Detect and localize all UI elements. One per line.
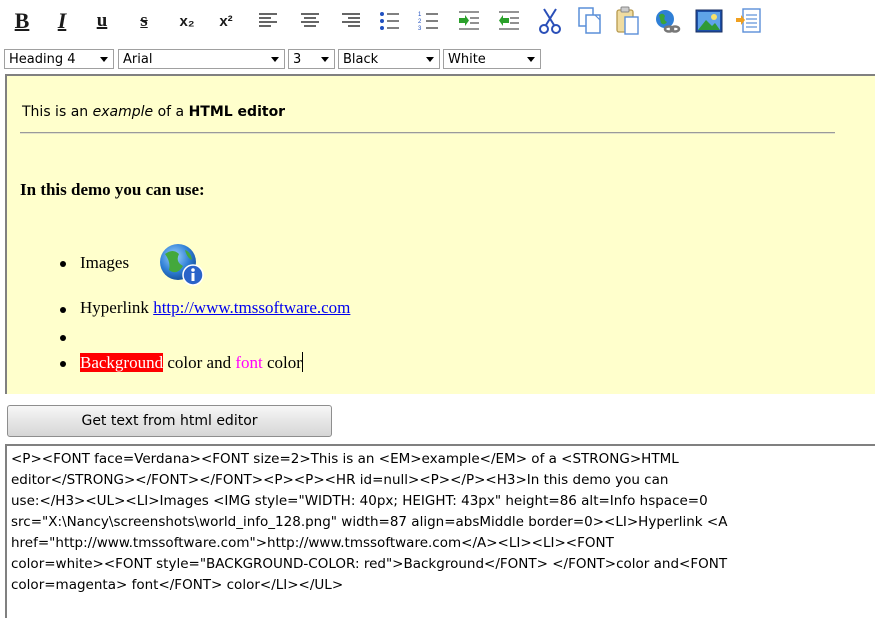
output-line: src="X:\Nancy\screenshots\world_info_128… [11,514,728,530]
insert-image-icon [695,9,723,33]
heading-select-value: Heading 4 [9,52,76,67]
text-caret [301,352,303,372]
html-output-text: <P><FONT face=Verdana><FONT size=2>This … [11,449,875,596]
list-bullet [60,307,66,313]
horizontal-rule [20,132,835,134]
outdent-button[interactable] [495,4,523,38]
svg-text:1: 1 [418,12,422,18]
strikeout-label: s [140,10,148,31]
color-text: color and [163,353,236,372]
images-label: Images [80,253,130,272]
svg-text:2: 2 [418,19,422,25]
intro-strong: HTML editor [188,104,286,120]
align-right-button[interactable] [338,4,364,38]
indent-icon [459,11,479,30]
list-item-images: Images [80,253,129,273]
font-colored-text: font [235,353,263,372]
output-line: href="http://www.tmssoftware.com">http:/… [11,535,614,551]
bullet-list-icon [380,12,399,30]
superscript-button[interactable]: x² [212,4,240,38]
subscript-button[interactable]: x₂ [173,4,201,38]
insert-image-button[interactable] [695,4,723,38]
align-center-icon [301,13,319,27]
list-bullet [60,335,66,341]
html-output-textarea[interactable]: <P><FONT face=Verdana><FONT size=2>This … [5,444,875,618]
align-right-icon [342,13,360,27]
list-bullet [60,261,66,267]
output-line: editor</STRONG></FONT></FONT><P><P><HR i… [11,472,669,488]
underline-label: u [96,10,108,31]
font-size-select[interactable]: 3 [288,49,335,69]
font-color-select[interactable]: Black [338,49,440,69]
background-colored-text: Background [80,353,164,372]
intro-text: This is an [22,104,93,120]
heading-select[interactable]: Heading 4 [4,49,114,69]
html-editor-area[interactable]: This is an example of a HTML editor In t… [5,74,875,394]
insert-text-icon [736,8,761,33]
output-line: color=white><FONT style="BACKGROUND-COLO… [11,556,728,572]
chevron-down-icon [271,57,279,62]
insert-text-button[interactable] [735,4,763,38]
outdent-icon [499,11,519,30]
bold-button[interactable]: B [8,4,36,38]
copy-icon [578,7,601,34]
bold-label: B [14,8,30,33]
align-left-button[interactable] [255,4,281,38]
chevron-down-icon [527,57,535,62]
numbered-list-icon: 123 [418,12,438,32]
chevron-down-icon [321,57,329,62]
paste-button[interactable] [614,4,642,38]
copy-button[interactable] [576,4,604,38]
numbered-list-button[interactable]: 123 [416,4,442,38]
italic-button[interactable]: I [48,4,76,38]
list-bullet [60,361,66,367]
hyperlink-button[interactable] [653,4,681,38]
svg-text:3: 3 [418,26,422,32]
chevron-down-icon [426,57,434,62]
strikeout-button[interactable]: s [130,4,158,38]
editor-intro-line: This is an example of a HTML editor [22,104,285,120]
background-color-select[interactable]: White [443,49,541,69]
get-text-button-label: Get text from html editor [81,413,258,429]
output-line: <P><FONT face=Verdana><FONT size=2>This … [11,451,679,467]
get-text-button[interactable]: Get text from html editor [7,405,332,437]
superscript-label: x² [219,12,233,30]
indent-button[interactable] [455,4,483,38]
editor-toolbar: B I u s x₂ x² 123 [0,0,875,46]
underline-button[interactable]: u [88,4,116,38]
intro-text-mid: of a [153,104,189,120]
hyperlink-icon [656,10,681,33]
list-item-colors: Background color and font color [80,352,303,373]
editor-heading: In this demo you can use: [20,180,205,199]
font-color-select-value: Black [343,52,379,67]
align-center-button[interactable] [297,4,323,38]
subscript-label: x₂ [179,12,195,30]
intro-emphasis: example [92,104,154,120]
output-line: color=magenta> font</FONT> color</LI></U… [11,577,344,593]
font-size-select-value: 3 [293,52,302,67]
font-select[interactable]: Arial [118,49,285,69]
world-info-icon [160,244,204,286]
hyperlink-label: Hyperlink [80,298,154,317]
background-color-select-value: White [448,52,486,67]
font-select-value: Arial [123,52,153,67]
color-text-end: color [262,353,302,372]
bullet-list-button[interactable] [377,4,403,38]
cut-icon [539,8,561,34]
chevron-down-icon [100,57,108,62]
list-item-hyperlink: Hyperlink http://www.tmssoftware.com [80,298,350,318]
hyperlink-link[interactable]: http://www.tmssoftware.com [153,298,350,317]
align-left-icon [259,13,277,27]
italic-label: I [57,8,67,33]
output-line: use:</H3><UL><LI>Images <IMG style="WIDT… [11,493,708,509]
cut-button[interactable] [536,4,564,38]
paste-icon [616,6,639,35]
